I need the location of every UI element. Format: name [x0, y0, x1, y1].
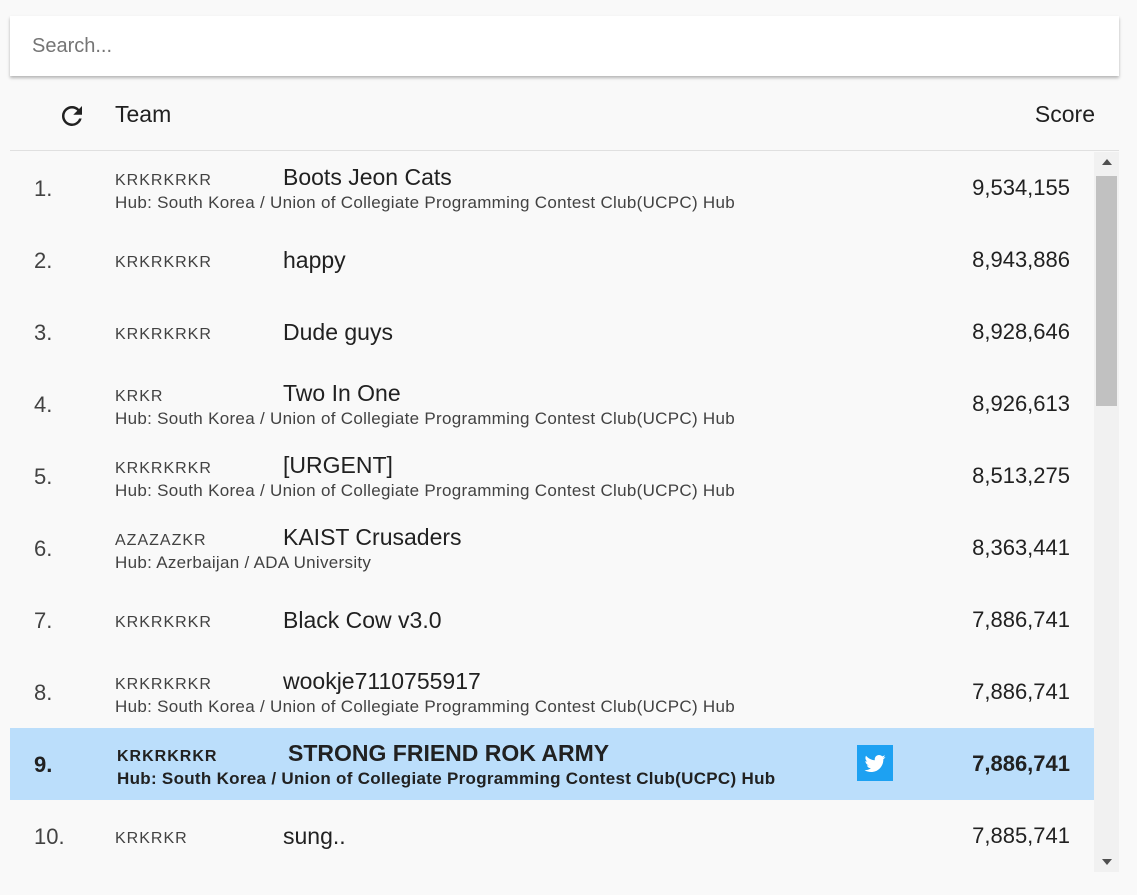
scoreboard-list: 1. KRKRKRKR Boots Jeon Cats Hub: South K… [10, 152, 1094, 872]
rank: 3. [34, 320, 53, 345]
table-row[interactable]: 6. AZAZAZKR KAIST Crusaders Hub: Azerbai… [10, 512, 1094, 584]
team-name: KAIST Crusaders [283, 524, 462, 550]
rank: 2. [34, 248, 53, 273]
team-hub: Hub: South Korea / Union of Collegiate P… [115, 481, 736, 500]
team-score: 7,886,741 [972, 607, 1070, 632]
rank: 7. [34, 608, 53, 633]
search-input[interactable] [10, 16, 1119, 76]
rank: 8. [34, 680, 53, 705]
team-name: [URGENT] [283, 452, 393, 478]
twitter-button[interactable] [857, 745, 893, 781]
team-score: 8,928,646 [972, 319, 1070, 344]
table-row[interactable]: 5. KRKRKRKR [URGENT] Hub: South Korea / … [10, 440, 1094, 512]
team-hub: Hub: South Korea / Union of Collegiate P… [115, 409, 736, 428]
team-country-code: AZAZAZKR [115, 532, 207, 549]
score-column-header: Score [1034, 101, 1095, 127]
table-row[interactable]: 1. KRKRKRKR Boots Jeon Cats Hub: South K… [10, 152, 1094, 224]
table-row[interactable]: 3. KRKRKRKR Dude guys 8,928,646 [10, 296, 1094, 368]
refresh-icon [61, 105, 82, 126]
rank: 1. [34, 176, 53, 201]
rank: 10. [34, 824, 65, 849]
team-name: Dude guys [283, 319, 393, 345]
team-score: 8,513,275 [972, 463, 1070, 488]
team-name: wookje7110755917 [283, 668, 481, 694]
team-hub: Hub: South Korea / Union of Collegiate P… [115, 697, 736, 716]
team-country-code: KRKRKRKR [115, 676, 212, 693]
table-row[interactable]: 4. KRKR Two In One Hub: South Korea / Un… [10, 368, 1094, 440]
scrollbar-thumb[interactable] [1096, 176, 1117, 406]
team-country-code: KRKRKRKR [115, 254, 212, 271]
table-row[interactable]: 8. KRKRKRKR wookje7110755917 Hub: South … [10, 656, 1094, 728]
rank: 5. [34, 464, 53, 489]
team-country-code: KRKRKR [115, 830, 188, 847]
team-hub: Hub: Azerbaijan / ADA University [115, 553, 372, 572]
team-score: 9,534,155 [972, 175, 1070, 200]
caret-down-icon [1101, 859, 1112, 865]
team-score: 7,886,741 [972, 751, 1070, 776]
vertical-scrollbar[interactable] [1094, 152, 1119, 872]
team-country-code: KRKRKRKR [115, 326, 212, 343]
rank: 9. [34, 752, 53, 777]
team-name: sung.. [283, 823, 346, 849]
team-country-code: KRKRKRKR [115, 614, 212, 631]
team-hub: Hub: South Korea / Union of Collegiate P… [115, 193, 736, 212]
table-row[interactable]: 2. KRKRKRKR happy 8,943,886 [10, 224, 1094, 296]
team-country-code: KRKRKRKR [117, 748, 218, 765]
team-hub: Hub: South Korea / Union of Collegiate P… [117, 769, 776, 788]
team-name: happy [283, 247, 346, 273]
rank: 6. [34, 536, 53, 561]
caret-up-icon [1101, 159, 1112, 165]
scroll-up-button[interactable] [1094, 152, 1119, 172]
team-score: 7,885,741 [972, 823, 1070, 848]
team-score: 8,363,441 [972, 535, 1070, 560]
team-score: 8,943,886 [972, 247, 1070, 272]
scroll-down-button[interactable] [1094, 852, 1119, 872]
table-row[interactable]: 7. KRKRKRKR Black Cow v3.0 7,886,741 [10, 584, 1094, 656]
team-score: 8,926,613 [972, 391, 1070, 416]
team-score: 7,886,741 [972, 679, 1070, 704]
scoreboard-header: Team Score [10, 84, 1119, 151]
search-box[interactable] [10, 16, 1119, 76]
twitter-icon [864, 755, 886, 772]
team-country-code: KRKRKRKR [115, 172, 212, 189]
team-country-code: KRKRKRKR [115, 460, 212, 477]
rank: 4. [34, 392, 53, 417]
table-row[interactable]: 10. KRKRKR sung.. 7,885,741 [10, 800, 1094, 872]
team-column-header: Team [115, 101, 172, 127]
team-name: Black Cow v3.0 [283, 607, 442, 633]
team-country-code: KRKR [115, 388, 164, 405]
team-name: Two In One [283, 380, 401, 406]
refresh-button[interactable] [56, 100, 88, 132]
table-row-highlighted[interactable]: 9. KRKRKRKR STRONG FRIEND ROK ARMY Hub: … [10, 728, 1094, 800]
team-name: STRONG FRIEND ROK ARMY [288, 740, 610, 766]
team-name: Boots Jeon Cats [283, 164, 452, 190]
